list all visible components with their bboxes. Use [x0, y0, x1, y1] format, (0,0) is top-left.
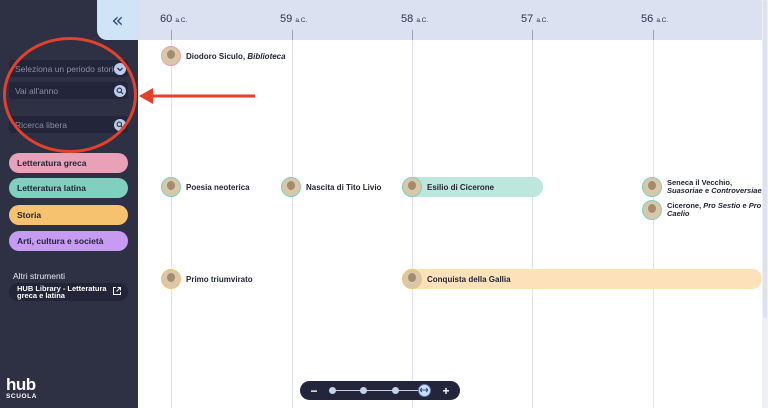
event-label: Nascita di Tito Livio [306, 182, 382, 192]
year-label: 57 a.C. [521, 13, 549, 25]
hub-library-label: HUB Library - Letteratura greca e latina [17, 283, 107, 300]
avatar [281, 177, 301, 197]
hub-library-link[interactable]: HUB Library - Letteratura greca e latina [9, 283, 128, 301]
gridline [412, 40, 413, 408]
zoom-handle[interactable] [418, 384, 431, 397]
category-arti-cultura[interactable]: Arti, cultura e società [9, 231, 128, 251]
zoom-step[interactable] [392, 387, 399, 394]
period-select-label: Seleziona un periodo storico [15, 63, 114, 74]
zoom-out-button[interactable]: − [309, 384, 319, 398]
timeline-header: 60 a.C. 59 a.C. 58 a.C. 57 a.C. 56 a.C. [138, 0, 762, 40]
event-label: Conquista della Gallia [427, 274, 511, 284]
logo-main: hub [6, 375, 36, 394]
category-storia[interactable]: Storia [9, 205, 128, 225]
event-esilio-cicerone[interactable]: Esilio di Cicerone [402, 177, 494, 197]
free-search-field [9, 116, 128, 133]
chevron-down-icon [114, 62, 126, 75]
year-label: 59 a.C. [280, 13, 308, 25]
tools-label: Altri strumenti [13, 271, 65, 281]
year-tick [171, 30, 172, 40]
event-diodoro-biblioteca[interactable]: Diodoro Siculo, Biblioteca [161, 46, 286, 66]
zoom-step[interactable] [329, 387, 336, 394]
avatar [642, 200, 662, 220]
avatar [161, 177, 181, 197]
scrollbar-thumb[interactable] [763, 0, 767, 318]
event-poesia-neoterica[interactable]: Poesia neoterica [161, 177, 250, 197]
collapse-sidebar-button[interactable]: « [97, 0, 138, 40]
event-label: Cicerone, Pro Sestio e Pro Caelio [667, 200, 762, 218]
timeline[interactable]: 60 a.C. 59 a.C. 58 a.C. 57 a.C. 56 a.C. … [138, 0, 768, 408]
event-label: Seneca il Vecchio, Suasoriae e Controver… [667, 177, 762, 195]
event-seneca-il-vecchio[interactable]: Seneca il Vecchio, Suasoriae e Controver… [642, 177, 765, 197]
resize-horizontal-icon [419, 387, 429, 393]
event-primo-triumvirato[interactable]: Primo triumvirato [161, 269, 253, 289]
event-nascita-tito-livio[interactable]: Nascita di Tito Livio [281, 177, 381, 197]
zoom-slider[interactable] [329, 381, 431, 400]
period-select[interactable]: Seleziona un periodo storico [9, 60, 128, 77]
external-link-icon [112, 286, 122, 298]
zoom-step[interactable] [360, 387, 367, 394]
event-label: Primo triumvirato [186, 274, 253, 284]
avatar [402, 177, 422, 197]
event-label: Esilio di Cicerone [427, 182, 495, 192]
category-letteratura-greca[interactable]: Letteratura greca [9, 153, 128, 173]
year-input-field [9, 82, 128, 99]
hub-scuola-logo: hub SCUOLA [6, 375, 38, 400]
event-label: Poesia neoterica [186, 182, 250, 192]
event-cicerone-pro-sestio[interactable]: Cicerone, Pro Sestio e Pro Caelio [642, 200, 765, 220]
event-label: Diodoro Siculo, Biblioteca [186, 51, 286, 61]
double-chevron-left-icon: « [111, 8, 124, 32]
year-tick [653, 30, 654, 40]
year-input[interactable] [15, 85, 114, 96]
gridline [292, 40, 293, 408]
search-icon[interactable] [114, 118, 126, 131]
avatar [161, 46, 181, 66]
avatar [402, 269, 422, 289]
sidebar: « Seleziona un periodo storico Letteratu… [0, 0, 138, 408]
year-tick [292, 30, 293, 40]
gridline [653, 40, 654, 408]
year-tick [532, 30, 533, 40]
year-label: 58 a.C. [401, 13, 429, 25]
year-tick [412, 30, 413, 40]
zoom-in-button[interactable]: + [441, 384, 451, 398]
year-label: 56 a.C. [641, 13, 669, 25]
event-conquista-gallia[interactable]: Conquista della Gallia [402, 269, 511, 289]
zoom-track [329, 390, 431, 391]
logo-sub: SCUOLA [6, 393, 38, 400]
free-search-input[interactable] [15, 119, 114, 130]
search-icon[interactable] [114, 84, 126, 97]
category-letteratura-latina[interactable]: Letteratura latina [9, 178, 128, 198]
gridline [532, 40, 533, 408]
avatar [161, 269, 181, 289]
year-label: 60 a.C. [160, 13, 188, 25]
avatar [642, 177, 662, 197]
gridline [171, 40, 172, 408]
zoom-control: − + [300, 381, 460, 400]
